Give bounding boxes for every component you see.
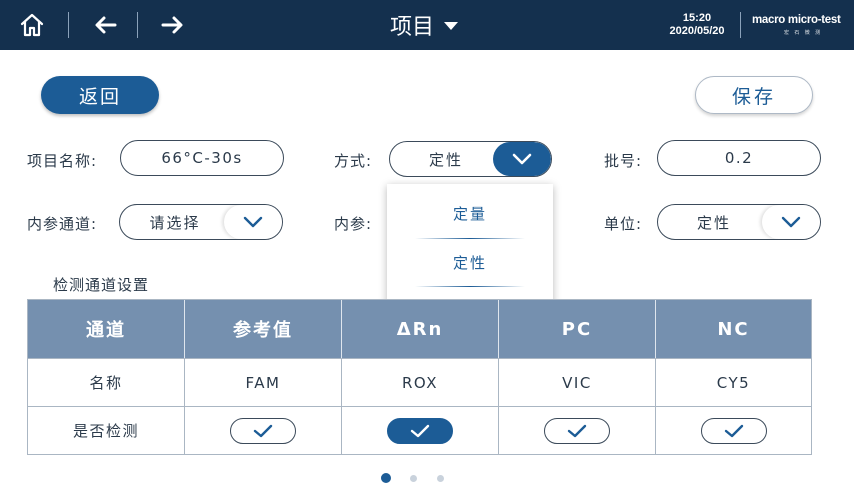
method-label: 方式: <box>334 152 373 170</box>
page-title: 项目 <box>390 15 435 40</box>
header-nc: NC <box>717 318 750 340</box>
check-icon <box>724 424 743 437</box>
method-dropdown: 定量 定性 <box>387 184 553 304</box>
internal-channel-value: 请选择 <box>149 213 201 232</box>
arrow-right-icon[interactable] <box>156 0 190 50</box>
table-row-detect: 是否检测 <box>28 406 811 454</box>
check-icon <box>253 424 273 437</box>
page-dot[interactable] <box>409 474 417 482</box>
channel-settings-title: 检测通道设置 <box>53 276 150 294</box>
arrow-left-icon[interactable] <box>88 0 122 50</box>
dropdown-option-qualitative[interactable]: 定性 <box>387 239 553 285</box>
table-cell[interactable]: VIC <box>499 359 656 406</box>
topbar-divider <box>740 12 741 38</box>
header-delta-rn: ΔRn <box>342 300 499 358</box>
brand-logo: macro micro-test 宏 石 微 测 <box>752 12 844 38</box>
chevron-down-icon[interactable] <box>224 205 282 239</box>
page-dot[interactable] <box>381 473 391 483</box>
check-icon <box>567 424 587 437</box>
page-dot[interactable] <box>436 474 444 482</box>
method-select[interactable]: 定性 <box>389 141 552 177</box>
logo-subtext: 宏 石 微 测 <box>784 30 823 36</box>
clock: 15:20 2020/05/20 <box>660 12 734 38</box>
table-cell <box>656 407 811 454</box>
table-cell <box>499 407 656 454</box>
unit-label: 单位: <box>604 215 643 233</box>
topbar-divider <box>137 12 138 38</box>
detect-toggle[interactable] <box>387 417 453 444</box>
home-icon[interactable] <box>14 0 50 50</box>
dropdown-divider <box>415 286 525 287</box>
detect-toggle[interactable] <box>230 417 296 444</box>
header-reference: 参考值 <box>185 300 342 358</box>
chevron-down-icon[interactable] <box>762 205 820 239</box>
batch-label: 批号: <box>604 152 643 170</box>
table-cell <box>342 407 499 454</box>
unit-value: 定性 <box>696 213 731 232</box>
table-row-name: 名称 FAM ROX VIC CY5 <box>28 358 811 406</box>
detect-toggle[interactable] <box>700 417 767 444</box>
page-title-menu[interactable]: 项目 <box>390 0 459 50</box>
internal-channel-label: 内参通道: <box>27 215 98 233</box>
project-name-field[interactable]: 66°C-30s <box>120 140 284 176</box>
row-label-name: 名称 <box>28 359 185 406</box>
internal-channel-select[interactable]: 请选择 <box>119 204 283 240</box>
detect-toggle[interactable] <box>544 417 610 444</box>
method-value: 定性 <box>428 150 463 169</box>
table-cell[interactable]: ROX <box>342 359 499 406</box>
table-header: 通道 参考值 ΔRn PC NC <box>28 300 811 358</box>
caret-down-icon <box>444 22 459 30</box>
project-name-label: 项目名称: <box>27 152 98 170</box>
table-cell <box>185 407 342 454</box>
batch-field[interactable]: 0.2 <box>657 140 821 176</box>
table-cell[interactable]: FAM <box>185 359 342 406</box>
topbar-divider <box>68 12 69 38</box>
header-channel: 通道 <box>28 300 185 358</box>
header-pc: PC <box>499 300 656 358</box>
chevron-down-icon[interactable] <box>493 142 551 176</box>
top-bar: 项目 15:20 2020/05/20 macro micro-test 宏 石… <box>0 0 854 50</box>
dropdown-option-quantitative[interactable]: 定量 <box>387 190 553 236</box>
back-button[interactable]: 返回 <box>41 76 159 114</box>
check-icon <box>410 424 430 437</box>
clock-time: 15:20 <box>682 12 712 24</box>
table-cell[interactable]: CY5 <box>656 359 811 406</box>
internal-ref-label: 内参: <box>334 215 373 233</box>
unit-select[interactable]: 定性 <box>657 204 821 240</box>
save-button[interactable]: 保存 <box>695 76 813 114</box>
clock-date: 2020/05/20 <box>669 25 725 37</box>
logo-text: macro micro-test <box>752 14 841 26</box>
row-label-detect: 是否检测 <box>28 407 185 454</box>
channel-settings-table: 通道 参考值 ΔRn PC NC 名称 FAM ROX VIC CY5 是否检测 <box>27 299 812 455</box>
